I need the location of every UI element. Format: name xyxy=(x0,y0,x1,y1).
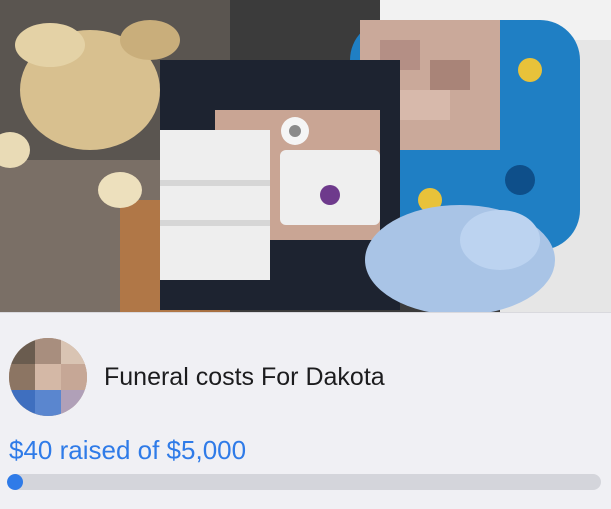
divider xyxy=(0,312,611,313)
cover-photo-image xyxy=(0,0,611,312)
fundraiser-title[interactable]: Funeral costs For Dakota xyxy=(104,362,385,392)
progress-fill xyxy=(7,474,23,490)
fundraiser-card[interactable]: Funeral costs For Dakota $40 raised of $… xyxy=(0,0,611,509)
amount-raised: $40 raised of $5,000 xyxy=(9,435,247,465)
progress-bar xyxy=(7,474,601,490)
cover-photo[interactable] xyxy=(0,0,611,312)
avatar[interactable] xyxy=(9,338,87,416)
avatar-image xyxy=(9,338,87,416)
